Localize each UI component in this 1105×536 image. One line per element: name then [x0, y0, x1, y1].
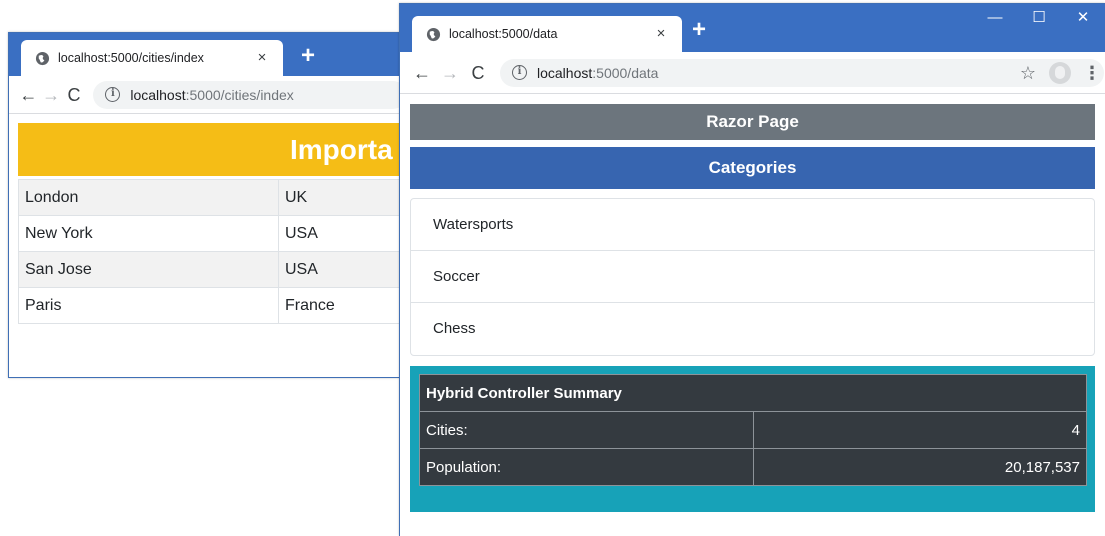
categories-heading: Categories [410, 147, 1095, 189]
summary-value: 20,187,537 [752, 448, 1087, 486]
globe-icon [426, 27, 441, 41]
table-row: San Jose USA [18, 251, 407, 288]
new-tab-button[interactable]: + [295, 44, 321, 70]
tab-cities-index[interactable]: localhost:5000/cities/index × [21, 40, 283, 76]
url-path: :5000/data [592, 64, 659, 81]
country-cell: France [278, 287, 407, 324]
summary-value: 4 [752, 411, 1087, 449]
url-host: localhost [130, 86, 186, 103]
razor-page-heading: Razor Page [410, 104, 1095, 140]
browser-toolbar: ← → C i localhost:5000/cities/index [9, 76, 407, 114]
forward-arrow-icon[interactable]: → [40, 81, 63, 109]
toolbar-right-icons: ☆ ⋮ [1013, 52, 1101, 94]
url-path: :5000/cities/index [185, 86, 294, 103]
page-content: Importa London UK New York USA San Jose USA Pa… [9, 114, 407, 374]
summary-title: Hybrid Controller Summary [419, 374, 1087, 412]
city-cell: New York [18, 215, 279, 252]
country-cell: USA [278, 251, 407, 288]
back-browser-window[interactable]: localhost:5000/cities/index × + ← → C i … [8, 32, 408, 378]
window-controls: — ☐ ✕ [973, 4, 1105, 34]
table-row: New York USA [18, 215, 407, 252]
reload-icon[interactable]: C [63, 81, 86, 109]
summary-row: Cities: 4 [419, 411, 1087, 449]
summary-row: Population: 20,187,537 [419, 448, 1087, 486]
page-content: Razor Page Categories Watersports Soccer C… [400, 94, 1105, 512]
summary-table: Hybrid Controller Summary Cities: 4 Popula… [419, 374, 1087, 486]
minimize-icon[interactable]: — [973, 4, 1017, 34]
info-icon[interactable]: i [512, 65, 527, 80]
tab-close-icon[interactable]: × [253, 49, 271, 67]
new-tab-button[interactable]: + [686, 18, 712, 44]
tab-close-icon[interactable]: × [652, 25, 670, 43]
summary-label: Cities: [419, 411, 754, 449]
tab-strip: localhost:5000/data × + — ☐ ✕ [400, 4, 1105, 52]
url-host: localhost [537, 64, 593, 81]
browser-toolbar: ← → C i localhost:5000/data ☆ ⋮ [400, 52, 1105, 94]
back-arrow-icon[interactable]: ← [408, 59, 436, 87]
address-bar[interactable]: i localhost:5000/cities/index [93, 80, 407, 109]
maximize-icon[interactable]: ☐ [1017, 4, 1061, 34]
table-row: Paris France [18, 287, 407, 324]
close-icon[interactable]: ✕ [1061, 4, 1105, 34]
category-list-item[interactable]: Watersports [411, 199, 1094, 251]
summary-label: Population: [419, 448, 754, 486]
city-cell: London [18, 179, 279, 216]
back-arrow-icon[interactable]: ← [17, 81, 40, 109]
menu-dots-icon[interactable]: ⋮ [1083, 63, 1101, 84]
tab-strip: localhost:5000/cities/index × + [9, 33, 407, 76]
category-list-item[interactable]: Soccer [411, 251, 1094, 303]
profile-avatar-icon[interactable] [1049, 62, 1071, 84]
country-cell: UK [278, 179, 407, 216]
table-row: London UK [18, 179, 407, 216]
category-list-item[interactable]: Chess [411, 303, 1094, 355]
bookmark-star-icon[interactable]: ☆ [1013, 63, 1043, 84]
info-icon[interactable]: i [105, 87, 121, 102]
cities-table: London UK New York USA San Jose USA Paris Franc… [18, 179, 407, 324]
tab-title: localhost:5000/data [449, 27, 558, 41]
city-cell: Paris [18, 287, 279, 324]
tab-data[interactable]: localhost:5000/data × [412, 16, 682, 52]
front-browser-window[interactable]: localhost:5000/data × + — ☐ ✕ ← → C i lo… [399, 3, 1105, 536]
categories-list: Watersports Soccer Chess [410, 198, 1095, 356]
globe-icon [35, 51, 50, 65]
summary-panel: Hybrid Controller Summary Cities: 4 Popula… [410, 366, 1095, 512]
tab-title: localhost:5000/cities/index [58, 51, 204, 65]
city-cell: San Jose [18, 251, 279, 288]
country-cell: USA [278, 215, 407, 252]
page-banner: Importa [18, 123, 399, 176]
reload-icon[interactable]: C [464, 59, 492, 87]
forward-arrow-icon[interactable]: → [436, 59, 464, 87]
